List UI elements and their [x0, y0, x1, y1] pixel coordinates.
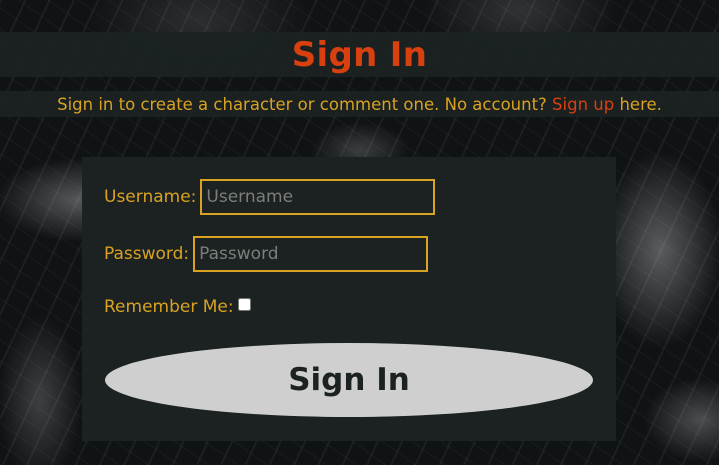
sign-in-button[interactable]: Sign In	[105, 343, 593, 417]
username-label: Username:	[104, 187, 197, 207]
password-label: Password:	[104, 244, 190, 264]
sign-up-link[interactable]: Sign up	[552, 95, 614, 114]
remember-me-label: Remember Me:	[104, 297, 234, 317]
signup-prompt-text: Sign in to create a character or comment…	[57, 94, 553, 114]
password-input[interactable]	[193, 236, 429, 272]
title-bar: Sign In	[0, 32, 719, 77]
password-row: Password:	[104, 236, 429, 272]
remember-row: Remember Me:	[104, 297, 251, 317]
page-title: Sign In	[291, 34, 428, 75]
remember-me-checkbox[interactable]	[237, 297, 251, 311]
signup-prompt: Sign in to create a character or comment…	[0, 91, 719, 117]
signup-prompt-suffix: here.	[614, 94, 662, 114]
username-input[interactable]	[200, 179, 436, 215]
sign-in-form: Username: Password: Remember Me: Sign In	[82, 157, 616, 441]
username-row: Username:	[104, 179, 436, 215]
